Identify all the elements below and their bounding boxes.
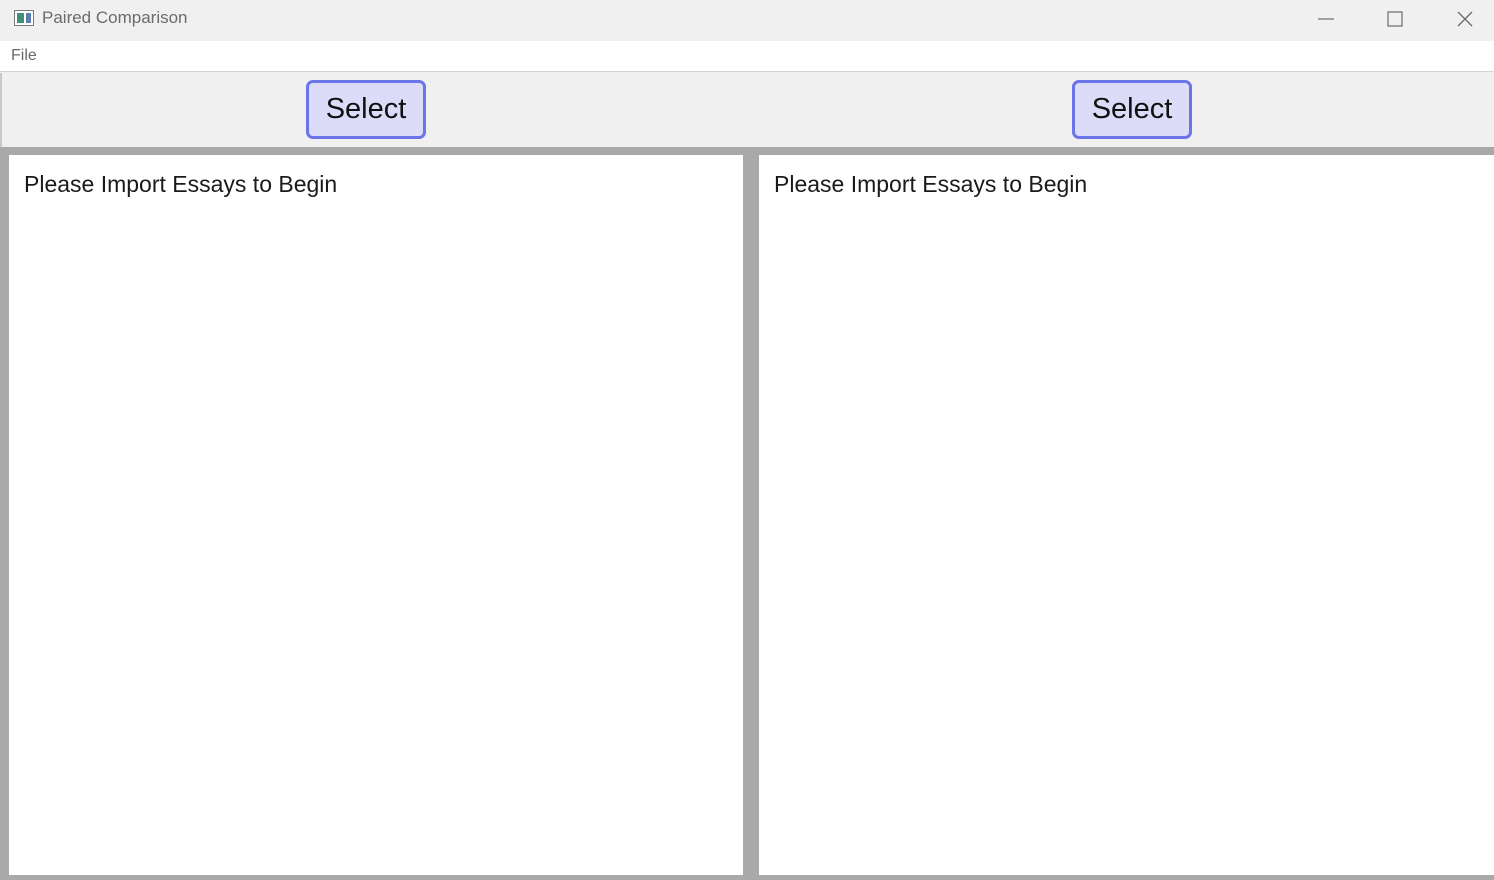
left-essay-pane[interactable]: Please Import Essays to Begin bbox=[9, 155, 743, 875]
title-bar[interactable]: Paired Comparison bbox=[0, 0, 1494, 38]
right-essay-pane[interactable]: Please Import Essays to Begin bbox=[759, 155, 1494, 875]
app-window: Paired Comparison File Select Select Ple… bbox=[0, 0, 1494, 880]
select-left-essay-button[interactable]: Select bbox=[306, 80, 426, 139]
minimize-button[interactable] bbox=[1292, 0, 1362, 38]
selection-toolbar: Select Select bbox=[0, 73, 1494, 147]
minimize-icon bbox=[1318, 18, 1334, 20]
select-right-essay-button[interactable]: Select bbox=[1072, 80, 1192, 139]
right-essay-placeholder: Please Import Essays to Begin bbox=[774, 171, 1088, 197]
menu-item-file[interactable]: File bbox=[11, 47, 37, 65]
essay-comparison-area: Please Import Essays to Begin Please Imp… bbox=[0, 147, 1494, 880]
app-icon bbox=[14, 10, 34, 26]
menu-bar: File bbox=[0, 41, 1494, 72]
app-icon-right-panel bbox=[26, 13, 31, 23]
app-icon-left-panel bbox=[17, 13, 24, 23]
close-button[interactable] bbox=[1431, 0, 1494, 38]
maximize-icon bbox=[1387, 11, 1403, 27]
maximize-button[interactable] bbox=[1361, 0, 1431, 38]
left-essay-placeholder: Please Import Essays to Begin bbox=[24, 171, 338, 197]
close-icon bbox=[1457, 11, 1473, 27]
window-title: Paired Comparison bbox=[42, 8, 188, 27]
